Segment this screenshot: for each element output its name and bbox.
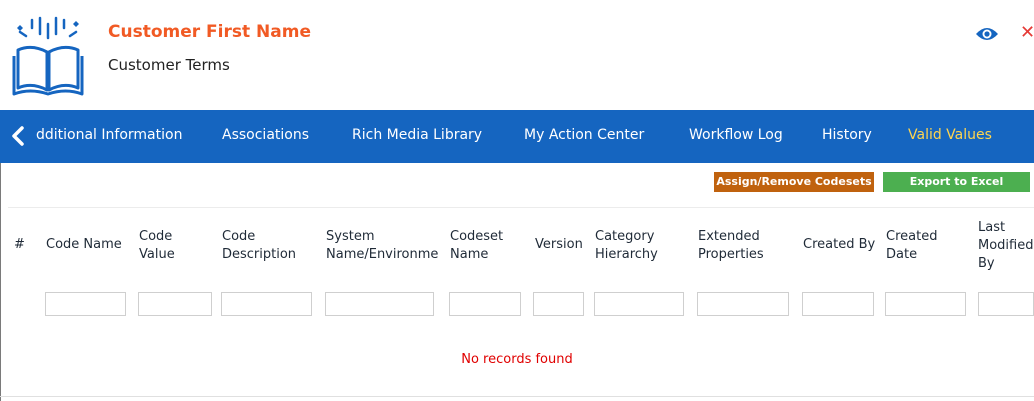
assign-remove-codesets-button[interactable]: Assign/Remove Codesets [714,172,874,192]
column-header-category-hierarchy[interactable]: Category Hierarchy [595,228,658,264]
column-header-index[interactable]: # [14,236,25,254]
tab-bar: dditional Information Associations Rich … [0,110,1034,163]
column-header-code-description[interactable]: Code Description [222,228,296,264]
export-to-excel-button[interactable]: Export to Excel [883,172,1030,192]
tab-valid-values[interactable]: Valid Values [908,127,992,143]
filter-code-name-input[interactable] [45,292,126,316]
empty-state-message: No records found [461,352,573,367]
eye-icon[interactable] [975,26,999,42]
column-header-code-name[interactable]: Code Name [46,236,122,254]
column-header-last-modified-by[interactable]: Last Modified By [978,219,1033,273]
filter-created-date-input[interactable] [885,292,966,316]
filter-category-hierarchy-input[interactable] [594,292,684,316]
open-book-icon [12,16,84,96]
filter-extended-properties-input[interactable] [697,292,789,316]
column-header-system-name[interactable]: System Name/Environme [326,228,444,264]
tab-rich-media-library[interactable]: Rich Media Library [352,127,482,143]
filter-code-value-input[interactable] [138,292,212,316]
filter-last-modified-by-input[interactable] [978,292,1034,316]
column-header-extended-properties[interactable]: Extended Properties [698,228,764,264]
page-title: Customer First Name [108,22,311,42]
filter-system-name-input[interactable] [325,292,434,316]
column-header-created-by[interactable]: Created By [803,236,875,254]
chevron-left-icon[interactable] [10,126,26,146]
grid-bottom-divider [0,396,1034,397]
column-header-version[interactable]: Version [535,236,583,254]
column-header-code-value[interactable]: Code Value [139,228,175,264]
filter-version-input[interactable] [533,292,584,316]
grid-toolbar: Assign/Remove Codesets Export to Excel [0,163,1034,207]
tab-history[interactable]: History [822,127,872,143]
close-icon[interactable]: ✕ [1020,22,1034,43]
filter-code-description-input[interactable] [221,292,312,316]
filter-created-by-input[interactable] [802,292,874,316]
page-subtitle: Customer Terms [108,56,230,74]
page-header: Customer First Name Customer Terms ✕ [0,0,1034,110]
filter-codeset-name-input[interactable] [449,292,521,316]
column-header-created-date[interactable]: Created Date [886,228,937,264]
tab-my-action-center[interactable]: My Action Center [524,127,644,143]
grid-divider [8,207,1034,208]
tab-additional-information[interactable]: dditional Information [36,127,182,143]
tab-workflow-log[interactable]: Workflow Log [689,127,783,143]
tab-associations[interactable]: Associations [222,127,309,143]
column-header-codeset-name[interactable]: Codeset Name [450,228,503,264]
